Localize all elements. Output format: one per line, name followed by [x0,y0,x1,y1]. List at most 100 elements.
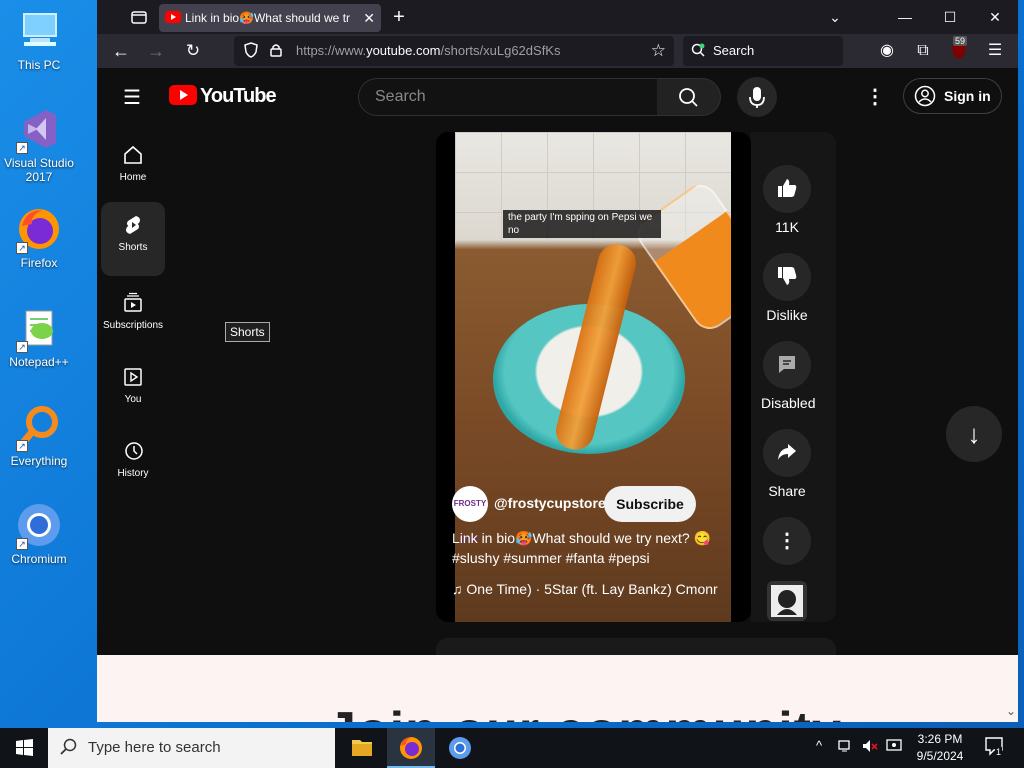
close-window-icon[interactable]: ✕ [983,0,1007,34]
notepadpp-icon: ↗ [16,305,62,353]
forward-icon[interactable]: → [144,34,168,68]
taskbar-file-explorer[interactable] [338,728,386,768]
new-tab-icon[interactable]: + [387,0,411,34]
more-vertical-icon[interactable]: ⋮ [865,84,885,109]
youtube-logo[interactable]: YouTube [169,85,277,107]
maximize-icon[interactable]: ☐ [938,0,962,34]
dislike-button[interactable]: Dislike [761,253,813,323]
comment-icon [763,341,811,389]
bookmark-star-icon[interactable]: ☆ [651,36,666,66]
community-banner: Join our community ⌄ [97,655,1018,722]
shortcut-arrow-icon: ↗ [16,142,28,154]
url-prefix: https://www. [296,43,367,58]
video-title[interactable]: Link in bio🥵What should we try next? 😋 #… [452,528,732,568]
firefox-icon: ↗ [16,206,62,254]
volume-muted-icon[interactable] [862,738,878,757]
tab-title: Link in bio🥵What should we tr [185,11,351,25]
hamburger-menu-icon[interactable]: ☰ [983,34,1007,68]
sidebar-item-you[interactable]: You [101,354,165,412]
tab-youtube-shorts[interactable]: Link in bio🥵What should we tr ✕ [159,4,381,32]
music-attribution[interactable]: ♫ One Time) · 5Star (ft. Lay Bankz) Cmon… [452,581,737,597]
next-short-button[interactable]: ↓ [946,406,1002,462]
sidebar-item-history[interactable]: History [101,428,165,486]
tab-bar: Link in bio🥵What should we tr ✕ + ⌄ — ☐ … [97,0,1018,34]
start-button[interactable] [0,728,48,768]
shorts-icon [122,214,144,236]
search-icon [691,36,705,66]
notification-count: 1 [995,747,1003,757]
scroll-down-arrow-icon[interactable]: ⌄ [1006,704,1016,718]
channel-name[interactable]: @frostycupstore [494,495,606,511]
shield-icon[interactable] [244,36,258,66]
shortcut-arrow-icon: ↗ [16,538,28,550]
taskbar-chromium[interactable] [436,728,484,768]
sidebar-item-home[interactable]: Home [101,132,165,190]
shorts-tooltip: Shorts [225,322,270,342]
channel-avatar[interactable]: FROSTY CUP [452,486,488,544]
you-library-icon [122,366,144,388]
youtube-search-button[interactable] [657,78,721,116]
url-path: /shorts/xuLg62dSfKs [440,43,561,58]
youtube-search-input[interactable]: Search [358,78,658,116]
taskbar-search-input[interactable]: Type here to search [48,728,335,768]
tab-close-icon[interactable]: ✕ [363,4,375,32]
sidebar-item-shorts[interactable]: Shorts [101,202,165,276]
browser-search-box[interactable]: Search [683,36,843,66]
notification-center-icon[interactable]: 1 [984,736,1004,759]
clock[interactable]: 3:26 PM 9/5/2024 [910,731,970,765]
account-icon[interactable]: ◉ [875,34,899,68]
youtube-guide-menu-icon[interactable]: ☰ [123,85,141,110]
search-icon [679,88,698,107]
url-domain: youtube.com [366,43,441,58]
extensions-icon[interactable]: ⧉ [911,34,935,68]
minimize-icon[interactable]: — [893,0,917,34]
voice-search-button[interactable] [737,77,777,117]
like-button[interactable]: 11K [761,165,813,235]
community-heading: Join our community [327,701,842,722]
youtube-search-placeholder: Search [375,88,426,105]
display-icon[interactable] [886,738,902,757]
shortcut-arrow-icon: ↗ [16,341,28,353]
extension-badge: 59 [953,36,968,46]
more-vertical-icon: ⋮ [763,517,811,565]
comments-label: Disabled [761,395,816,411]
url-bar[interactable]: https://www.youtube.com/shorts/xuLg62dSf… [234,36,674,66]
more-actions-button[interactable]: ⋮ [761,517,813,571]
sidebar-item-subscriptions[interactable]: Subscriptions [101,280,165,338]
windows-logo-icon [16,739,33,756]
subscribe-button[interactable]: Subscribe [604,486,696,522]
comments-button[interactable]: Disabled [761,341,816,411]
share-button[interactable]: Share [761,429,813,499]
lock-icon[interactable] [270,36,282,66]
back-icon[interactable]: ← [109,34,133,68]
ublock-extension-icon[interactable]: 59 [947,34,971,68]
desktop-icon-everything[interactable]: ↗ Everything [4,404,74,468]
desktop-icon-firefox[interactable]: ↗ Firefox [4,206,74,270]
account-circle-icon [914,79,936,113]
sign-in-button[interactable]: Sign in [903,78,1002,114]
network-icon[interactable] [838,738,854,757]
youtube-page: ☰ YouTube Search ⋮ Sign in Home Shorts S… [97,68,1018,655]
tray-chevron-up-icon[interactable]: ^ [816,738,822,753]
taskbar: Type here to search ^ 3:26 PM 9/5/2024 1 [0,728,1024,768]
thumbs-down-icon [763,253,811,301]
navigation-toolbar: ← → ↻ https://www.youtube.com/shorts/xuL… [97,34,1018,68]
clock-date: 9/5/2024 [916,749,964,763]
search-icon [60,728,78,768]
desktop-icon-chromium[interactable]: ↗ Chromium [4,502,74,566]
desktop-icon-visual-studio[interactable]: ↗ Visual Studio 2017 [4,106,74,184]
next-short-card[interactable] [436,638,836,655]
everything-search-icon: ↗ [16,404,62,452]
computer-icon [16,8,62,54]
sound-thumbnail[interactable] [767,581,807,621]
desktop-icon-this-pc[interactable]: This PC [4,8,74,72]
firefox-view-icon[interactable] [127,0,151,34]
taskbar-firefox[interactable] [387,728,435,768]
reload-icon[interactable]: ↻ [181,34,205,68]
chromium-icon: ↗ [16,502,62,550]
share-arrow-icon [763,429,811,477]
video-caption: the party I'm spping on Pepsi we no [503,210,661,238]
tab-list-chevron-icon[interactable]: ⌄ [823,0,847,34]
short-video-card[interactable]: the party I'm spping on Pepsi we no FROS… [436,132,751,622]
desktop-icon-notepadpp[interactable]: ↗ Notepad++ [4,305,74,369]
